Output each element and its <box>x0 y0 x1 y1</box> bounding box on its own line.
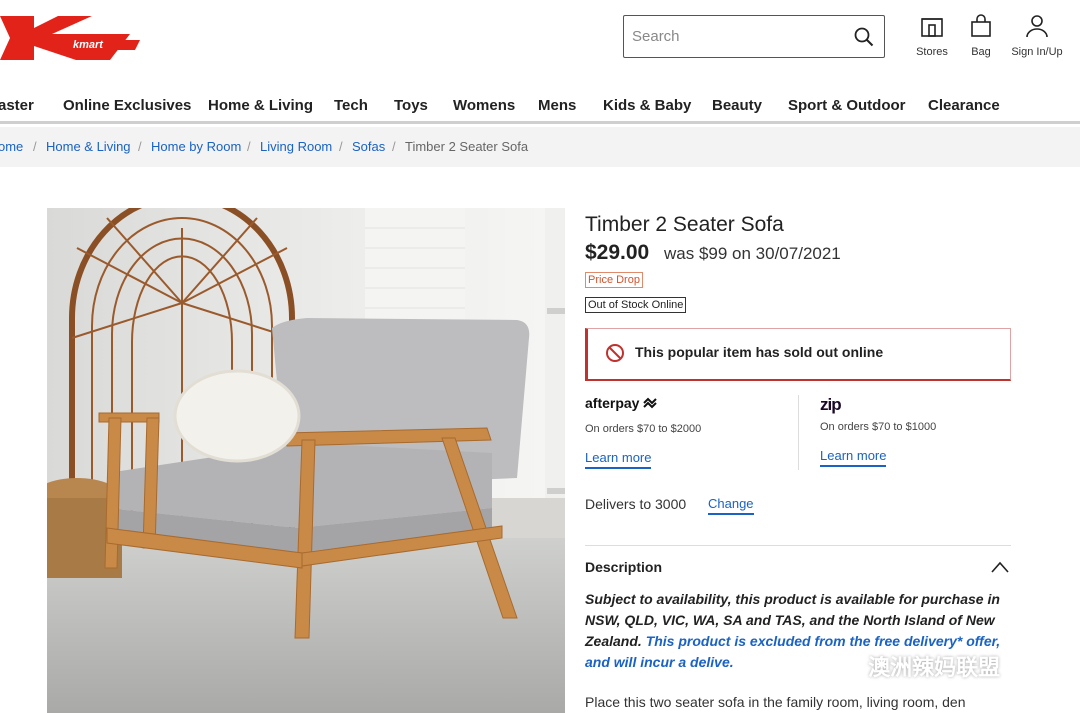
breadcrumb-home[interactable]: ome <box>0 139 23 154</box>
store-icon <box>921 18 943 37</box>
breadcrumb-separator: / <box>33 139 37 154</box>
breadcrumb-home-living[interactable]: Home & Living <box>46 139 131 154</box>
was-price: was $99 on 30/07/2021 <box>664 244 841 263</box>
excluded-text-tail: e. <box>721 654 734 670</box>
breadcrumb-current: Timber 2 Seater Sofa <box>405 139 529 154</box>
zip-learn-more[interactable]: Learn more <box>820 448 887 467</box>
nav-item-tech[interactable]: Tech <box>334 97 368 114</box>
breadcrumb-living-room[interactable]: Living Room <box>260 139 332 154</box>
product-title: Timber 2 Seater Sofa <box>585 213 784 236</box>
svg-text:kmart: kmart <box>73 39 104 51</box>
payment-divider <box>798 395 799 470</box>
nav-item-easter[interactable]: aster <box>0 97 34 114</box>
price-drop-badge: Price Drop <box>585 272 643 288</box>
zip-range: On orders $70 to $1000 <box>820 421 937 433</box>
breadcrumb-separator: / <box>339 139 343 154</box>
bag-label: Bag <box>971 46 991 58</box>
kmart-logo[interactable]: kmart <box>0 12 145 60</box>
delivery-location: Delivers to 3000 <box>585 496 687 512</box>
chevron-up-icon[interactable] <box>990 560 1010 574</box>
breadcrumb: ome / Home & Living / Home by Room / Liv… <box>0 127 1080 167</box>
nav-item-home-living[interactable]: Home & Living <box>208 97 313 114</box>
zip-logo: zip <box>820 395 842 414</box>
description-heading[interactable]: Description <box>585 559 662 575</box>
afterpay-learn-more[interactable]: Learn more <box>585 450 652 469</box>
sign-in-link[interactable]: Sign In/Up <box>1007 14 1067 58</box>
bag-icon <box>971 14 991 37</box>
breadcrumb-home-by-room[interactable]: Home by Room <box>151 139 241 154</box>
product-price: $29.00 <box>585 241 650 264</box>
nav-item-womens[interactable]: Womens <box>453 97 515 114</box>
search-icon[interactable] <box>854 27 874 47</box>
nav-item-sport-outdoor[interactable]: Sport & Outdoor <box>788 97 905 114</box>
sold-out-text: This popular item has sold out online <box>635 344 884 360</box>
breadcrumb-separator: / <box>138 139 142 154</box>
nav-item-beauty[interactable]: Beauty <box>712 97 762 114</box>
nav-item-kids-baby[interactable]: Kids & Baby <box>603 97 691 114</box>
sofa-photo <box>47 208 565 713</box>
sign-in-label: Sign In/Up <box>1011 46 1063 58</box>
change-postcode-link[interactable]: Change <box>708 496 754 515</box>
prohibited-icon <box>606 344 624 362</box>
main-nav: aster Online Exclusives Home & Living Te… <box>0 88 1080 124</box>
search-box[interactable] <box>623 15 885 58</box>
search-input[interactable] <box>632 28 842 45</box>
bag-link[interactable]: Bag <box>951 14 1011 58</box>
nav-item-clearance[interactable]: Clearance <box>928 97 1000 114</box>
site-header: kmart Stores Bag Sign In/Up <box>0 0 1080 80</box>
product-image[interactable] <box>47 208 565 713</box>
afterpay-panel: afterpay On orders $70 to $2000 Learn mo… <box>585 395 701 469</box>
nav-item-mens[interactable]: Mens <box>538 97 576 114</box>
wechat-icon <box>838 659 862 679</box>
watermark: 澳洲辣妈联盟 <box>838 650 1000 682</box>
breadcrumb-separator: / <box>247 139 251 154</box>
out-of-stock-badge: Out of Stock Online <box>585 297 687 313</box>
section-divider <box>585 545 1011 546</box>
sold-out-alert: This popular item has sold out online <box>585 328 1011 381</box>
zip-panel: zip On orders $70 to $1000 Learn more <box>820 395 936 467</box>
nav-item-online-exclusives[interactable]: Online Exclusives <box>63 97 191 114</box>
afterpay-logo: afterpay <box>585 395 640 411</box>
user-icon <box>1026 15 1048 38</box>
afterpay-range: On orders $70 to $2000 <box>585 423 702 435</box>
description-body: Place this two seater sofa in the family… <box>585 694 966 710</box>
breadcrumb-sofas[interactable]: Sofas <box>352 139 385 154</box>
breadcrumb-separator: / <box>392 139 396 154</box>
nav-item-toys[interactable]: Toys <box>394 97 428 114</box>
afterpay-arrows-icon <box>643 397 658 409</box>
watermark-text: 澳洲辣妈联盟 <box>868 655 1001 680</box>
